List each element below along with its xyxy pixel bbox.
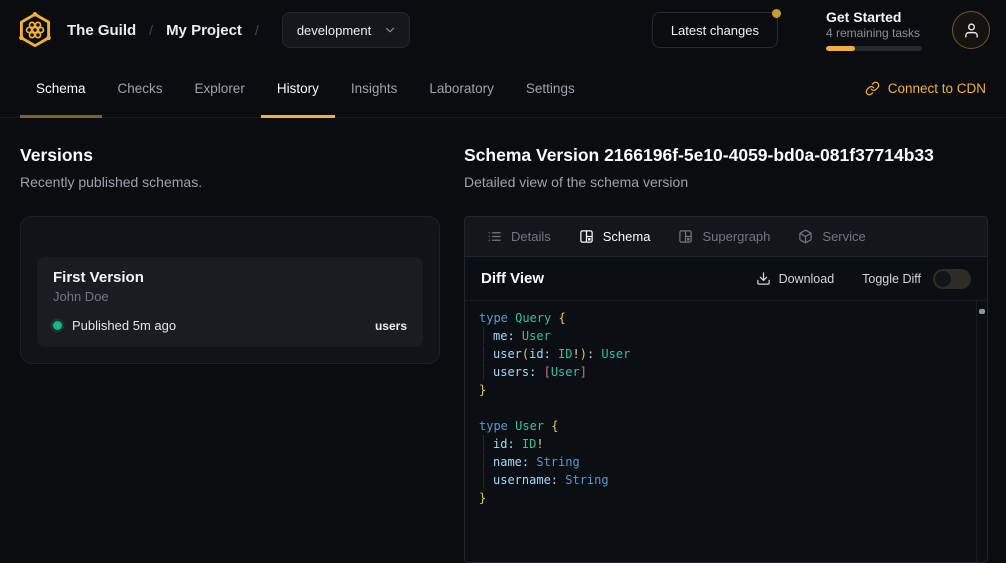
code-line: id: ID! bbox=[479, 435, 973, 453]
versions-subtitle: Recently published schemas. bbox=[20, 174, 440, 191]
published-status-dot bbox=[53, 321, 62, 330]
indent-guide bbox=[483, 435, 493, 452]
active-tab-underline bbox=[20, 115, 102, 118]
get-started-progress-track bbox=[826, 46, 922, 51]
nav-tab-explorer[interactable]: Explorer bbox=[179, 60, 261, 117]
nav-tab-settings[interactable]: Settings bbox=[510, 60, 591, 117]
download-icon bbox=[756, 271, 771, 286]
app-header: The Guild / My Project / development Lat… bbox=[0, 0, 1006, 60]
tab-details[interactable]: Details bbox=[473, 217, 565, 256]
versions-list-card: First Version John Doe Published 5m ago … bbox=[20, 216, 440, 364]
user-avatar-button[interactable] bbox=[952, 11, 990, 49]
toggle-knob bbox=[935, 271, 951, 287]
code-line: } bbox=[479, 489, 973, 507]
version-meta-row: Published 5m ago users bbox=[53, 318, 407, 333]
active-tab-underline bbox=[261, 115, 335, 118]
version-detail-subtitle: Detailed view of the schema version bbox=[464, 174, 988, 191]
breadcrumb-project[interactable]: My Project bbox=[166, 22, 242, 39]
code-line: me: User bbox=[479, 327, 973, 345]
connect-to-cdn-link[interactable]: Connect to CDN bbox=[865, 60, 986, 117]
versions-title: Versions bbox=[20, 144, 440, 166]
detail-panel-tabs: DetailsSchemaSupergraphService bbox=[465, 217, 987, 257]
tab-schema[interactable]: Schema bbox=[565, 217, 665, 256]
toggle-diff-label: Toggle Diff bbox=[862, 272, 921, 286]
code-line: user(id: ID!): User bbox=[479, 345, 973, 363]
breadcrumb-separator: / bbox=[149, 22, 153, 38]
get-started-widget[interactable]: Get Started 4 remaining tasks bbox=[826, 9, 922, 51]
nav-tab-schema[interactable]: Schema bbox=[20, 60, 102, 117]
version-detail-column: Schema Version 2166196f-5e10-4059-bd0a-0… bbox=[464, 118, 988, 563]
link-icon bbox=[865, 81, 880, 96]
chevron-down-icon bbox=[383, 23, 397, 37]
service-badge: users bbox=[375, 319, 407, 333]
published-status-label: Published 5m ago bbox=[72, 318, 176, 333]
diff-view-title: Diff View bbox=[481, 270, 544, 287]
version-detail-title: Schema Version 2166196f-5e10-4059-bd0a-0… bbox=[464, 144, 988, 166]
code-line: users: [User] bbox=[479, 363, 973, 381]
diff-view-toolbar: Diff View Download Toggle Diff bbox=[465, 257, 987, 301]
header-right-group: Latest changes Get Started 4 remaining t… bbox=[652, 9, 990, 51]
get-started-subtitle: 4 remaining tasks bbox=[826, 26, 922, 40]
schema-code-viewer[interactable]: type Query {me: Useruser(id: ID!): Useru… bbox=[465, 301, 987, 562]
version-author: John Doe bbox=[53, 289, 407, 304]
version-list-item[interactable]: First Version John Doe Published 5m ago … bbox=[37, 257, 423, 347]
get-started-title: Get Started bbox=[826, 9, 922, 25]
indent-guide bbox=[483, 453, 493, 470]
nav-tab-laboratory[interactable]: Laboratory bbox=[413, 60, 510, 117]
code-line: username: String bbox=[479, 471, 973, 489]
nav-tab-history[interactable]: History bbox=[261, 60, 335, 117]
indent-guide bbox=[483, 471, 493, 488]
scrollbar-thumb[interactable] bbox=[979, 309, 985, 314]
code-line: type Query { bbox=[479, 309, 973, 327]
columns-icon bbox=[678, 229, 693, 244]
tab-supergraph[interactable]: Supergraph bbox=[664, 217, 784, 256]
page-content: Versions Recently published schemas. Fir… bbox=[0, 118, 1006, 563]
toggle-diff-group: Toggle Diff bbox=[862, 269, 971, 289]
code-line: type User { bbox=[479, 417, 973, 435]
breadcrumb-separator: / bbox=[255, 22, 259, 38]
versions-column: Versions Recently published schemas. Fir… bbox=[20, 118, 440, 563]
indent-guide bbox=[483, 327, 493, 344]
code-line bbox=[479, 399, 973, 417]
latest-changes-button[interactable]: Latest changes bbox=[652, 12, 778, 48]
target-selector-value: development bbox=[297, 23, 371, 38]
version-name: First Version bbox=[53, 269, 407, 286]
scrollbar[interactable] bbox=[976, 301, 987, 562]
download-button[interactable]: Download bbox=[756, 271, 835, 286]
code-line: } bbox=[479, 381, 973, 399]
diff-view-actions: Download Toggle Diff bbox=[756, 269, 971, 289]
columns-icon bbox=[579, 229, 594, 244]
list-icon bbox=[487, 229, 502, 244]
breadcrumb-org[interactable]: The Guild bbox=[67, 22, 136, 39]
tab-service[interactable]: Service bbox=[784, 217, 879, 256]
toggle-diff-switch[interactable] bbox=[933, 269, 971, 289]
code-line: name: String bbox=[479, 453, 973, 471]
target-selector-dropdown[interactable]: development bbox=[282, 12, 410, 48]
nav-tab-insights[interactable]: Insights bbox=[335, 60, 414, 117]
target-nav-tabs: SchemaChecksExplorerHistoryInsightsLabor… bbox=[0, 60, 1006, 118]
person-icon bbox=[963, 22, 980, 39]
hive-logo-icon[interactable] bbox=[16, 11, 54, 49]
code-block: type Query {me: Useruser(id: ID!): Useru… bbox=[465, 301, 987, 515]
get-started-progress-fill bbox=[826, 46, 855, 51]
version-detail-panel: DetailsSchemaSupergraphService Diff View… bbox=[464, 216, 988, 563]
nav-tab-checks[interactable]: Checks bbox=[102, 60, 179, 117]
indent-guide bbox=[483, 363, 493, 380]
cube-icon bbox=[798, 229, 813, 244]
indent-guide bbox=[483, 345, 493, 362]
notification-dot bbox=[772, 9, 781, 18]
